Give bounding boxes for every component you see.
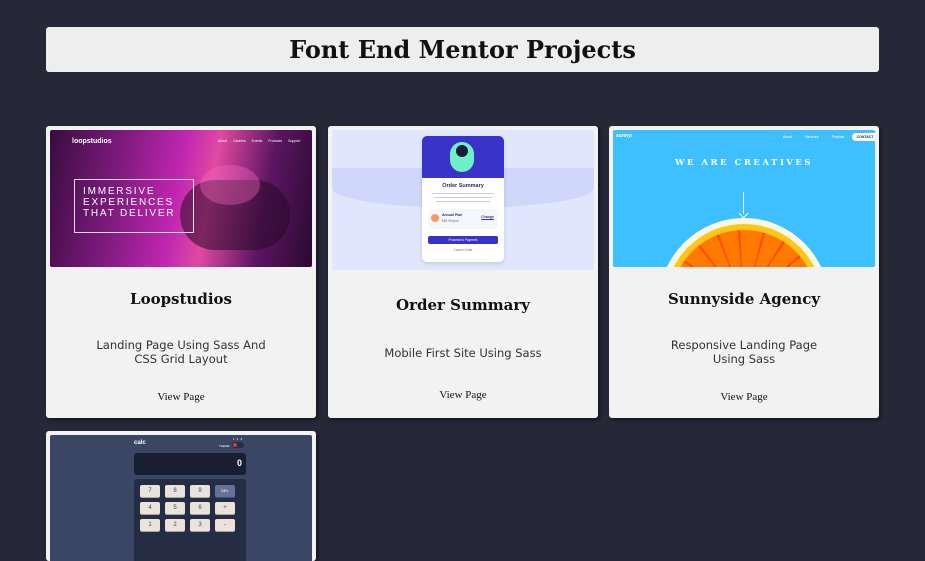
toggle-knob	[233, 443, 237, 447]
headline-line: EXPERIENCES	[83, 197, 174, 208]
project-card-calculator: calc THEME 1 2 3 0 7 8 9 DEL 4 5 6 + 1 2	[46, 431, 316, 561]
nav-item: About	[218, 139, 228, 143]
theme-number: 3	[240, 437, 243, 441]
project-card-sunnyside: sunnyside About Services Projects CONTAC…	[609, 126, 879, 418]
text-line	[432, 193, 494, 194]
headline-line: THAT DELIVER	[83, 208, 176, 219]
calc-keypad: 7 8 9 DEL 4 5 6 + 1 2 3 -	[134, 479, 246, 561]
card-description: Landing Page Using Sass And CSS Grid Lay…	[96, 338, 266, 366]
nav-item: Projects	[831, 135, 845, 139]
key-5[interactable]: 5	[165, 502, 185, 514]
sunnyside-headline: WE ARE CREATIVES	[674, 158, 814, 168]
page-title: Font End Mentor Projects	[289, 35, 636, 64]
nav-item: Services	[805, 135, 819, 139]
view-page-link[interactable]: View Page	[328, 389, 598, 401]
loopstudios-preview: loopstudios About Careers Events Product…	[50, 130, 312, 267]
page-header: Font End Mentor Projects	[46, 27, 879, 72]
nav-item: Products	[268, 139, 283, 143]
loopstudios-nav: About Careers Events Products Support	[218, 139, 300, 143]
photo-glow	[200, 165, 260, 205]
plan-box: Annual Plan $59.99/year Change	[428, 209, 498, 229]
calculator-preview: calc THEME 1 2 3 0 7 8 9 DEL 4 5 6 + 1 2	[50, 435, 312, 561]
sunnyside-preview: sunnyside About Services Projects CONTAC…	[613, 130, 875, 267]
theme-toggle[interactable]	[232, 442, 244, 448]
loopstudios-headline-box: IMMERSIVE EXPERIENCES THAT DELIVER	[74, 179, 194, 233]
card-title: Order Summary	[396, 296, 530, 314]
nav-item: About	[783, 135, 793, 139]
key-minus[interactable]: -	[215, 519, 235, 531]
sunnyside-logo: sunnyside	[616, 133, 632, 139]
plan-name: Annual Plan	[442, 213, 463, 217]
change-link[interactable]: Change	[481, 215, 494, 219]
theme-numbers: 1 2 3	[233, 437, 242, 441]
loopstudios-logo: loopstudios	[72, 138, 112, 145]
key-del[interactable]: DEL	[215, 485, 235, 497]
calc-logo: calc	[134, 440, 146, 446]
view-page-link[interactable]: View Page	[46, 391, 316, 403]
hero-illustration	[422, 136, 504, 178]
view-page-link[interactable]: View Page	[609, 391, 879, 403]
text-line	[434, 197, 492, 198]
display-value: 0	[236, 458, 242, 468]
sunnyside-nav: About Services Projects	[783, 135, 844, 139]
key-7[interactable]: 7	[140, 485, 160, 497]
order-heading: Order Summary	[442, 183, 484, 189]
key-8[interactable]: 8	[165, 485, 185, 497]
text-line	[436, 201, 490, 202]
music-icon	[431, 214, 439, 222]
nav-item: Careers	[233, 139, 246, 143]
project-card-loopstudios: loopstudios About Careers Events Product…	[46, 126, 316, 418]
card-description: Mobile First Site Using Sass	[384, 346, 542, 360]
headline-line: IMMERSIVE	[83, 186, 156, 197]
order-card: Order Summary Annual Plan $59.99/year Ch…	[422, 136, 504, 262]
orange-image	[659, 218, 829, 267]
cancel-link[interactable]: Cancel Order	[422, 248, 504, 252]
key-4[interactable]: 4	[140, 502, 160, 514]
calc-display: 0	[134, 453, 246, 475]
order-summary-preview: Order Summary Annual Plan $59.99/year Ch…	[332, 130, 594, 270]
key-1[interactable]: 1	[140, 519, 160, 531]
theme-number: 1	[233, 437, 235, 441]
key-9[interactable]: 9	[190, 485, 210, 497]
arrow-head	[738, 208, 749, 219]
proceed-button[interactable]: Proceed to Payment	[428, 236, 498, 244]
head-illustration	[456, 145, 468, 157]
nav-item: Support	[288, 139, 301, 143]
theme-number: 2	[236, 437, 239, 441]
key-6[interactable]: 6	[190, 502, 210, 514]
contact-button[interactable]: CONTACT	[852, 133, 875, 141]
key-3[interactable]: 3	[190, 519, 210, 531]
theme-label: THEME	[219, 444, 230, 448]
nav-item: Events	[251, 139, 263, 143]
plan-price: $59.99/year	[442, 219, 459, 223]
card-title: Sunnyside Agency	[667, 290, 821, 308]
card-description: Responsive Landing Page Using Sass	[670, 338, 818, 366]
project-card-order-summary: Order Summary Annual Plan $59.99/year Ch…	[328, 126, 598, 418]
card-title: Loopstudios	[130, 290, 232, 308]
key-plus[interactable]: +	[215, 502, 235, 514]
key-2[interactable]: 2	[165, 519, 185, 531]
